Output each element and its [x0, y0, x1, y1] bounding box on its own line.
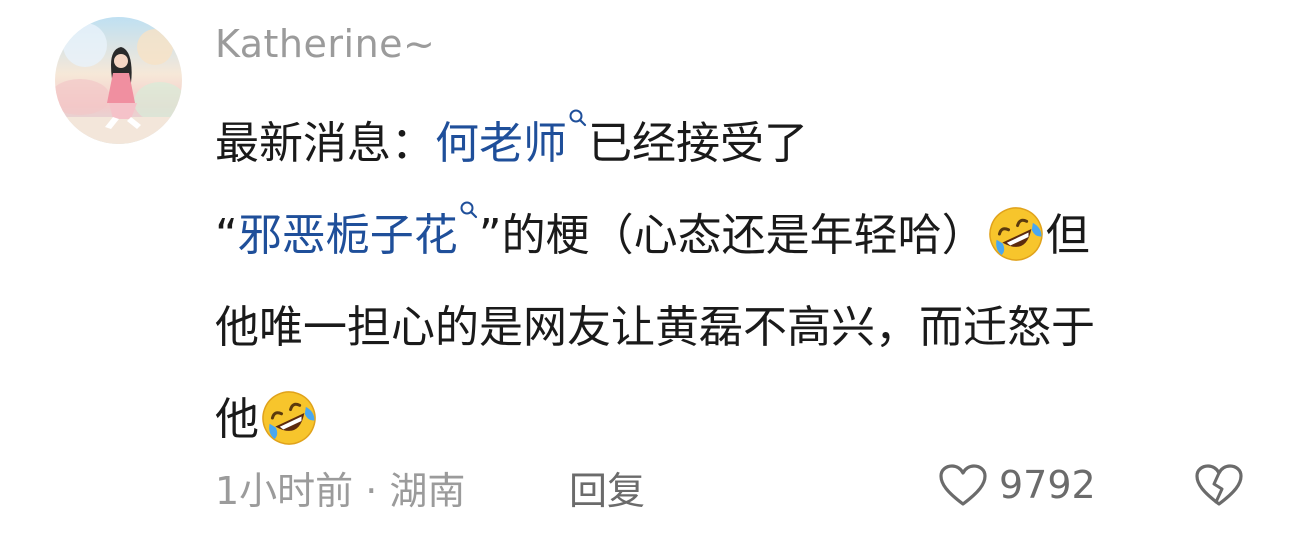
rolling-laughing-emoji-icon: [262, 391, 316, 445]
reply-button[interactable]: 回复: [569, 460, 645, 515]
like-count: 9792: [999, 463, 1096, 507]
comment-footer: 1小时前 · 湖南 回复 9792: [215, 460, 1251, 514]
comment-text: 最新消息：: [215, 118, 435, 169]
comment-text: 但: [1045, 210, 1090, 261]
heart-outline-icon: [939, 464, 987, 506]
comment-text: “: [215, 210, 238, 261]
topic-link-label: 邪恶栀子花: [237, 210, 458, 261]
comment-line-2: “邪恶栀子花 ”的梗（心态还是年轻哈） 但: [215, 190, 1275, 282]
comment-text: 他: [215, 394, 259, 445]
topic-link[interactable]: 何老师: [435, 109, 588, 169]
comment-line-1: 最新消息：何老师 已经接受了: [215, 98, 1275, 190]
comment-text: ”的梗（心态还是年轻哈）: [478, 210, 986, 261]
search-icon: [569, 109, 587, 127]
comment-author[interactable]: Katherine~: [215, 22, 435, 66]
search-icon: [460, 201, 477, 219]
avatar-image: [55, 23, 182, 144]
topic-link[interactable]: 邪恶栀子花: [237, 201, 479, 261]
topic-link-label: 何老师: [435, 118, 567, 169]
broken-heart-icon[interactable]: [1193, 462, 1245, 508]
comment-text: 已经接受了: [588, 118, 808, 169]
comment-time-location: 1小时前 · 湖南: [215, 469, 466, 513]
comment-line-4: 他: [215, 374, 1275, 466]
avatar[interactable]: [55, 17, 182, 144]
comment-body: 最新消息：何老师 已经接受了 “邪恶栀子花 ”的梗（心态还是年轻哈） 但 他唯一担心的…: [215, 98, 1275, 466]
like-button[interactable]: 9792: [937, 462, 1096, 508]
rolling-laughing-emoji-icon: [988, 207, 1043, 261]
comment-line-3: 他唯一担心的是网友让黄磊不高兴，而迁怒于: [215, 302, 1095, 353]
